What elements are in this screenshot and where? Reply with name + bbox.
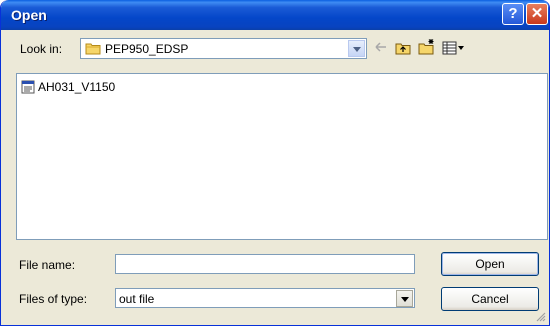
chevron-down-icon[interactable]: [396, 290, 413, 307]
view-menu-icon[interactable]: [442, 41, 466, 55]
file-name: AH031_V1150: [38, 80, 116, 94]
close-button[interactable]: ✕: [526, 3, 548, 25]
files-of-type-dropdown[interactable]: out file: [115, 288, 415, 308]
help-button[interactable]: ?: [502, 3, 524, 25]
open-dialog: Open ? ✕ Look in: PEP950_EDSP AH031_V115…: [0, 0, 550, 326]
resize-grip-icon[interactable]: [535, 311, 546, 322]
dialog-title: Open: [11, 7, 47, 23]
list-item[interactable]: AH031_V1150: [21, 79, 115, 95]
files-of-type-label: Files of type:: [19, 292, 88, 306]
open-button[interactable]: Open: [441, 252, 539, 276]
file-icon: [21, 80, 35, 94]
file-name-input[interactable]: [115, 254, 415, 274]
file-name-label: File name:: [19, 258, 76, 272]
look-in-label: Look in:: [20, 42, 63, 56]
new-folder-icon[interactable]: [418, 38, 436, 55]
back-arrow-icon[interactable]: [375, 41, 387, 53]
title-bar[interactable]: Open ? ✕: [1, 0, 549, 30]
look-in-dropdown[interactable]: PEP950_EDSP: [80, 38, 367, 59]
chevron-down-icon[interactable]: [348, 40, 365, 57]
cancel-button[interactable]: Cancel: [441, 287, 539, 311]
folder-icon: [85, 43, 101, 55]
files-of-type-value: out file: [119, 292, 155, 306]
up-folder-icon[interactable]: [395, 41, 411, 55]
look-in-value: PEP950_EDSP: [105, 42, 189, 56]
file-list[interactable]: AH031_V1150: [16, 73, 548, 240]
